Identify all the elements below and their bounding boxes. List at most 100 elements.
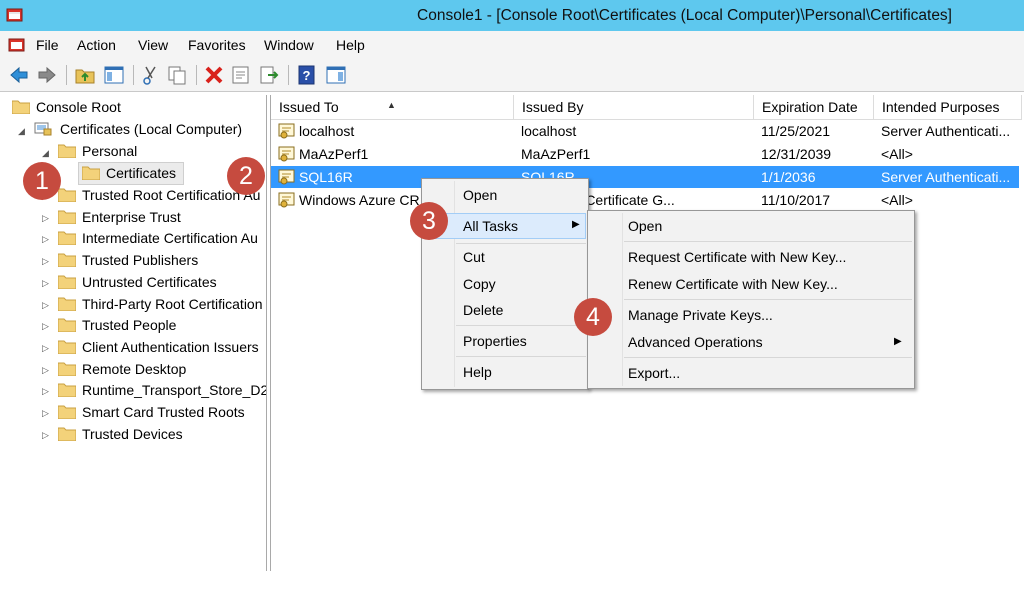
certificate-row[interactable]: MaAzPerf1 MaAzPerf1 12/31/2039 <All> — [271, 143, 1019, 165]
tree-item[interactable]: Third-Party Root Certification — [82, 293, 263, 315]
column-header-expiration-date[interactable]: Expiration Date — [754, 95, 874, 120]
menu-help[interactable]: Help — [336, 31, 365, 59]
cell-issued-by: MaAzPerf1 — [521, 146, 591, 162]
tree-certificates-local-computer[interactable]: Certificates (Local Computer) — [60, 118, 242, 140]
tree-item[interactable]: Trusted Devices — [82, 423, 183, 445]
cell-expiration-date: 11/25/2021 — [761, 123, 831, 139]
folder-icon — [58, 405, 76, 419]
collapse-arrow-icon[interactable]: ▷ — [42, 343, 50, 352]
export-list-icon[interactable] — [258, 64, 280, 86]
toolbar-separator — [196, 65, 197, 85]
menu-favorites[interactable]: Favorites — [188, 31, 246, 59]
folder-icon — [58, 427, 76, 441]
collapse-arrow-icon[interactable]: ▷ — [42, 387, 50, 396]
tree-personal[interactable]: Personal — [82, 140, 137, 162]
tree-item[interactable]: Smart Card Trusted Roots — [82, 401, 245, 423]
collapse-arrow-icon[interactable]: ▷ — [42, 430, 50, 439]
show-hide-tree-icon[interactable] — [103, 64, 125, 86]
folder-icon — [58, 231, 76, 246]
context-menu-help[interactable]: Help — [463, 360, 492, 384]
column-header-label: Issued By — [522, 99, 584, 115]
certificate-row[interactable]: SQL16R SQL16R 1/1/2036 Server Authenticati.… — [271, 166, 1019, 188]
collapse-arrow-icon[interactable]: ▷ — [42, 257, 50, 266]
menu-separator — [624, 241, 912, 242]
column-header-intended-purposes[interactable]: Intended Purposes — [874, 95, 1022, 120]
cell-expiration-date: 11/10/2017 — [761, 192, 831, 208]
forward-arrow-icon[interactable] — [36, 64, 58, 86]
menu-gutter — [622, 213, 623, 386]
tree-item[interactable]: Runtime_Transport_Store_D2 — [82, 379, 266, 401]
menu-separator — [624, 357, 912, 358]
step-badge-3: 3 — [410, 202, 448, 240]
menu-gutter — [454, 181, 455, 387]
collapse-arrow-icon[interactable]: ▷ — [42, 365, 50, 374]
menu-window[interactable]: Window — [264, 31, 314, 59]
certificate-icon — [278, 123, 295, 139]
bottom-strip — [0, 571, 1024, 596]
folder-icon — [58, 188, 76, 202]
cut-icon[interactable] — [140, 64, 162, 86]
folder-icon — [58, 275, 76, 289]
back-arrow-icon[interactable] — [8, 64, 30, 86]
folder-icon — [12, 100, 30, 114]
tree-item[interactable]: Enterprise Trust — [82, 206, 181, 228]
submenu-export[interactable]: Export... — [628, 361, 680, 385]
submenu-request-certificate-new-key[interactable]: Request Certificate with New Key... — [628, 245, 846, 269]
collapse-arrow-icon[interactable]: ▷ — [42, 322, 50, 331]
folder-icon — [58, 362, 76, 376]
folder-icon — [82, 166, 100, 180]
submenu-renew-certificate-new-key[interactable]: Renew Certificate with New Key... — [628, 272, 838, 296]
menu-separator — [456, 356, 586, 357]
menu-bar: File Action View Favorites Window Help — [0, 31, 1024, 59]
certificate-icon — [278, 146, 295, 162]
collapse-arrow-icon[interactable]: ▷ — [42, 300, 50, 309]
toolbar-separator — [288, 65, 289, 85]
tree-item[interactable]: Intermediate Certification Au — [82, 227, 258, 249]
context-menu: Open All Tasks ▶ Cut Copy Delete Propert… — [421, 178, 589, 390]
console-menu-icon[interactable] — [8, 37, 25, 53]
collapse-arrow-icon[interactable]: ▷ — [42, 235, 50, 244]
step-badge-1: 1 — [23, 162, 61, 200]
tree-item[interactable]: Trusted Publishers — [82, 249, 198, 271]
context-menu-delete[interactable]: Delete — [463, 298, 503, 322]
folder-icon — [58, 253, 76, 268]
properties-icon[interactable] — [230, 64, 252, 86]
tree-item[interactable]: Untrusted Certificates — [82, 271, 217, 293]
column-header-issued-by[interactable]: Issued By — [514, 95, 754, 120]
show-action-pane-icon[interactable] — [325, 64, 347, 86]
context-menu-open[interactable]: Open — [463, 183, 497, 207]
tree-item[interactable]: Remote Desktop — [82, 358, 186, 380]
expand-arrow-icon[interactable]: ◢ — [42, 149, 50, 158]
menu-view[interactable]: View — [138, 31, 168, 59]
context-menu-copy[interactable]: Copy — [463, 272, 496, 296]
menu-action[interactable]: Action — [77, 31, 116, 59]
context-menu-cut[interactable]: Cut — [463, 245, 485, 269]
collapse-arrow-icon[interactable]: ▷ — [42, 278, 50, 287]
context-menu-all-tasks[interactable]: All Tasks — [463, 214, 518, 238]
tree-item[interactable]: Trusted People — [82, 314, 176, 336]
submenu-advanced-operations[interactable]: Advanced Operations — [628, 330, 763, 354]
collapse-arrow-icon[interactable]: ▷ — [42, 409, 50, 418]
column-header-issued-to[interactable]: Issued To ▲ — [271, 95, 514, 120]
context-menu-properties[interactable]: Properties — [463, 329, 527, 353]
certificate-icon — [278, 169, 295, 185]
toolbar: ? — [0, 59, 1024, 92]
tree-certificates[interactable]: Certificates — [106, 162, 176, 184]
certificate-row[interactable]: Windows Azure CR zure CRP Certificate G..… — [271, 189, 1019, 211]
tree-console-root[interactable]: Console Root — [36, 96, 121, 118]
tree-item[interactable]: Client Authentication Issuers — [82, 336, 259, 358]
folder-icon — [58, 210, 76, 224]
delete-icon[interactable] — [203, 64, 225, 86]
certificate-row[interactable]: localhost localhost 11/25/2021 Server Authe… — [271, 120, 1019, 142]
folder-icon — [58, 318, 76, 333]
help-icon[interactable]: ? — [296, 64, 318, 86]
expand-arrow-icon[interactable]: ◢ — [18, 127, 26, 136]
submenu-open[interactable]: Open — [628, 214, 662, 238]
step-badge-4: 4 — [574, 298, 612, 336]
submenu-manage-private-keys[interactable]: Manage Private Keys... — [628, 303, 773, 327]
menu-file[interactable]: File — [36, 31, 59, 59]
up-folder-icon[interactable] — [74, 64, 96, 86]
copy-icon[interactable] — [166, 64, 188, 86]
collapse-arrow-icon[interactable]: ▷ — [42, 213, 50, 222]
cell-intended-purposes: <All> — [881, 192, 913, 208]
